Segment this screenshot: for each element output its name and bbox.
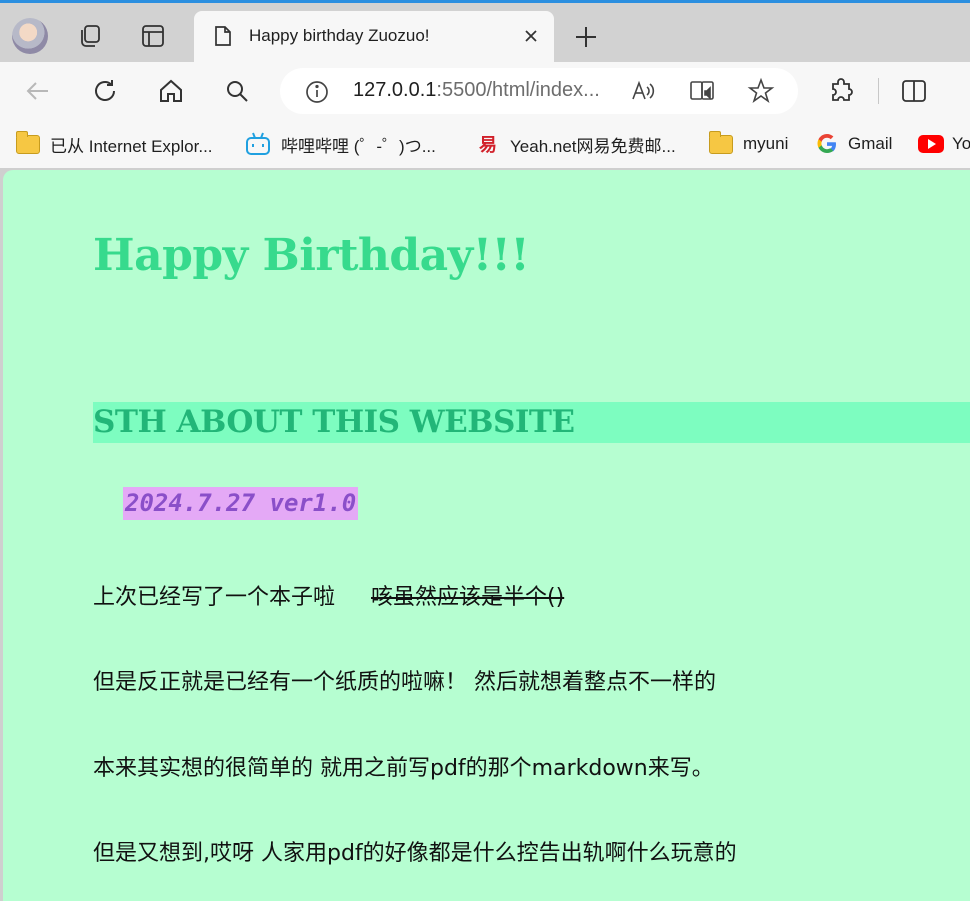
favorite-star-icon[interactable] — [747, 77, 775, 105]
folder-icon — [708, 130, 733, 154]
page-title: Happy Birthday!!! — [93, 230, 530, 281]
folder-icon — [15, 130, 40, 154]
new-tab-icon[interactable] — [570, 21, 602, 53]
tab-title: Happy birthday Zuozuo! — [249, 26, 430, 45]
bookmark-label: Gmail — [848, 134, 893, 153]
bookmark-gmail[interactable]: Gmail — [816, 130, 892, 158]
read-aloud-icon[interactable] — [629, 77, 657, 105]
tab-active[interactable]: Happy birthday Zuozuo! — [194, 11, 554, 62]
workspaces-icon[interactable] — [75, 21, 105, 51]
paragraph: 本来其实想的很简单的 就用之前写pdf的那个markdown来写。 — [93, 756, 714, 781]
page-icon — [214, 25, 232, 51]
svg-text:易: 易 — [479, 135, 497, 156]
immersive-reader-icon[interactable] — [688, 77, 716, 105]
bookmark-label: 已从 Internet Explor... — [50, 136, 213, 156]
bookmark-netease-mail[interactable]: 易 Yeah.net网易免费邮... — [478, 130, 676, 158]
section-heading: STH ABOUT THIS WEBSITE — [93, 404, 575, 440]
address-url[interactable]: 127.0.0.1:5500/html/index... — [353, 79, 600, 102]
address-bar[interactable]: 127.0.0.1:5500/html/index... — [280, 68, 798, 114]
tab-strip: Happy birthday Zuozuo! — [0, 3, 970, 62]
bookmark-ie-folder[interactable]: 已从 Internet Explor... — [15, 130, 213, 158]
profile-avatar[interactable] — [12, 18, 48, 54]
split-screen-icon[interactable] — [898, 75, 930, 107]
close-tab-icon[interactable] — [519, 24, 543, 48]
bookmark-label: 哔哩哔哩 (゜-゜)つ... — [281, 136, 436, 156]
paragraph-text: 上次已经写了一个本子啦 — [93, 585, 336, 610]
search-icon[interactable] — [221, 75, 253, 107]
home-icon[interactable] — [155, 75, 187, 107]
netease-mail-icon: 易 — [479, 135, 497, 156]
bookmark-myuni-folder[interactable]: myuni — [708, 130, 789, 158]
toolbar-separator — [878, 78, 879, 104]
version-label: 2024.7.27 ver1.0 — [123, 487, 359, 520]
bookmark-label: Yo — [952, 134, 970, 153]
youtube-icon — [918, 135, 944, 153]
vertical-tabs-icon[interactable] — [138, 21, 168, 51]
bookmark-label: Yeah.net网易免费邮... — [510, 136, 676, 156]
refresh-icon[interactable] — [89, 75, 121, 107]
bookmark-youtube[interactable]: Yo — [918, 130, 970, 158]
extensions-icon[interactable] — [826, 75, 858, 107]
strikethrough-text: 咳虽然应该是半个() — [371, 585, 565, 610]
bookmark-bilibili[interactable]: 哔哩哔哩 (゜-゜)つ... — [245, 130, 436, 158]
bilibili-icon — [246, 132, 270, 155]
google-icon — [817, 134, 836, 153]
site-info-icon[interactable] — [304, 79, 330, 109]
paragraph: 上次已经写了一个本子啦 咳虽然应该是半个() — [93, 579, 564, 611]
browser-toolbar: 127.0.0.1:5500/html/index... — [0, 62, 970, 120]
bookmark-label: myuni — [743, 134, 789, 153]
paragraph: 但是又想到,哎呀 人家用pdf的好像都是什么控告出轨啊什么玩意的 — [93, 841, 737, 866]
back-icon[interactable] — [22, 75, 54, 107]
page-viewport: Happy Birthday!!! STH ABOUT THIS WEBSITE… — [3, 170, 970, 901]
bookmarks-bar: 已从 Internet Explor... 哔哩哔哩 (゜-゜)つ... 易 Y… — [0, 120, 970, 168]
paragraph: 但是反正就是已经有一个纸质的啦嘛！ 然后就想着整点不一样的 — [93, 670, 716, 695]
